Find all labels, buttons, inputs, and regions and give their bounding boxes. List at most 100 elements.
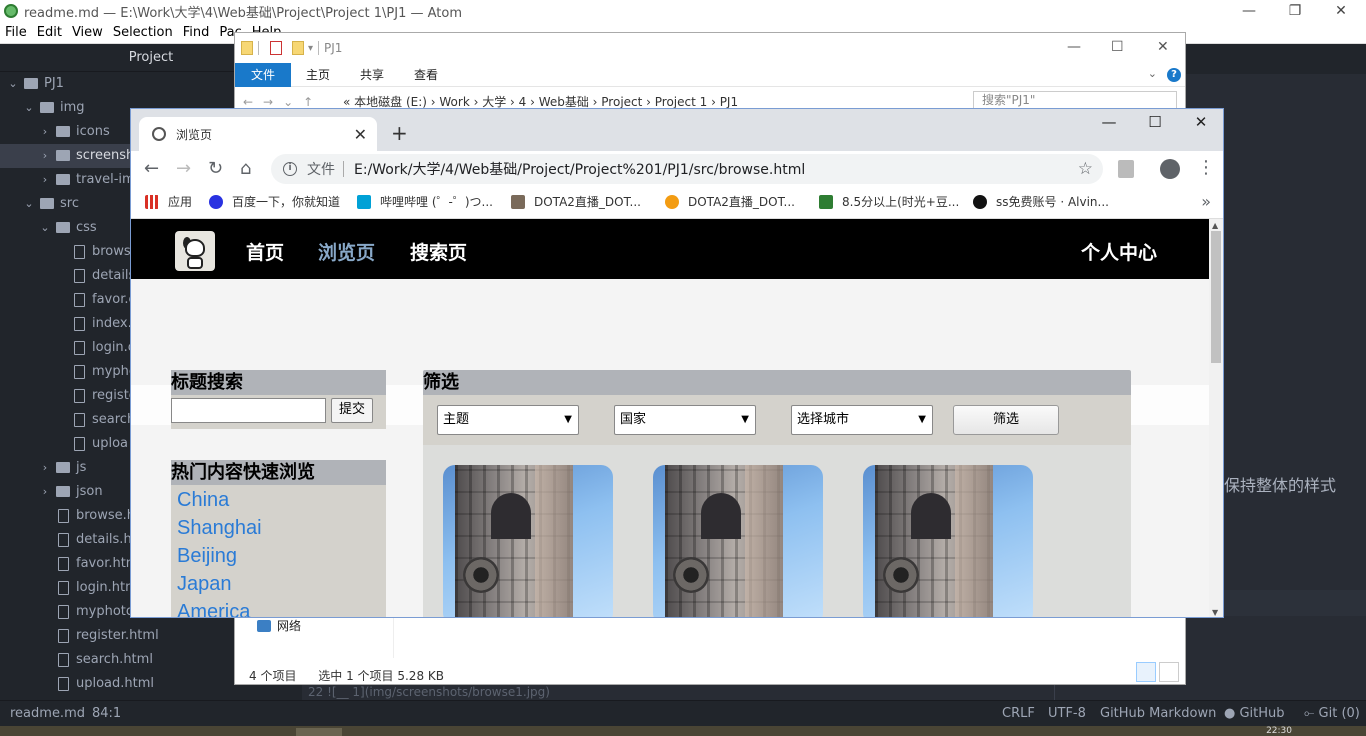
ribbon-expand-icon[interactable]: ⌄ <box>1148 67 1157 80</box>
bookmark-dota2-1[interactable]: DOTA2直播_DOT... <box>511 193 641 210</box>
explorer-status-bar: 4 个项目 选中 1 个项目 5.28 KB <box>249 667 462 684</box>
bookmark-github[interactable]: ss免费账号 · Alvin... <box>973 193 1109 210</box>
site-logo[interactable] <box>175 231 215 271</box>
scroll-down-icon[interactable]: ▼ <box>1212 608 1218 617</box>
bookmark-baidu[interactable]: 百度一下，你就知道 <box>209 193 340 210</box>
filter-country-select[interactable]: 国家 ▼ <box>614 405 756 435</box>
page-scrollbar[interactable]: ▲ ▼ <box>1209 219 1223 617</box>
status-git[interactable]: ⟜ Git (0) <box>1304 706 1360 721</box>
result-photo[interactable] <box>443 465 613 617</box>
menu-kebab-icon[interactable]: ⋮ <box>1197 157 1215 178</box>
qa-separator <box>258 41 259 55</box>
site-navbar: 首页 浏览页 搜索页 个人中心 <box>131 219 1209 279</box>
bookmark-douban[interactable]: 8.5分以上(时光+豆... <box>819 193 959 210</box>
chevron-down-icon[interactable]: ⌄ <box>40 216 50 240</box>
chevron-right-icon[interactable]: › <box>40 120 50 144</box>
nav-item-network[interactable]: 网络 <box>257 617 301 634</box>
atom-restore-button[interactable]: ❐ <box>1272 0 1318 22</box>
nav-home[interactable]: 首页 <box>246 238 284 265</box>
explorer-maximize-button[interactable]: ☐ <box>1111 39 1124 55</box>
filter-theme-select[interactable]: 主题 ▼ <box>437 405 579 435</box>
hot-link-beijing[interactable]: Beijing <box>177 545 237 568</box>
qa-separator-2 <box>318 41 320 55</box>
menu-edit[interactable]: Edit <box>32 25 67 40</box>
reload-icon[interactable]: ↻ <box>208 158 223 179</box>
explorer-breadcrumb[interactable]: « 本地磁盘 (E:) › Work › 大学 › 4 › Web基础 › Pr… <box>343 93 738 109</box>
chrome-close-button[interactable]: ✕ <box>1178 113 1223 131</box>
large-icons-view-icon[interactable] <box>1159 662 1179 682</box>
new-tab-button[interactable]: + <box>391 121 408 145</box>
qa-dropdown-icon[interactable]: ▾ <box>308 43 313 54</box>
hot-content-header: 热门内容快速浏览 <box>171 460 386 485</box>
nav-search[interactable]: 搜索页 <box>410 238 467 265</box>
menu-selection[interactable]: Selection <box>108 25 178 40</box>
status-encoding[interactable]: UTF-8 <box>1048 706 1086 721</box>
pdf-extension-icon[interactable] <box>1118 160 1134 178</box>
properties-icon[interactable] <box>270 41 282 55</box>
forward-arrow-icon[interactable]: → <box>176 158 191 179</box>
hot-link-japan[interactable]: Japan <box>177 573 232 596</box>
explorer-search-input[interactable]: 搜索"PJ1" <box>973 91 1177 109</box>
back-arrow-icon[interactable]: ← <box>144 158 159 179</box>
menu-find[interactable]: Find <box>178 25 215 40</box>
ribbon-tab-share[interactable]: 共享 <box>345 66 399 83</box>
details-view-icon[interactable] <box>1136 662 1156 682</box>
atom-close-button[interactable]: ✕ <box>1318 0 1364 22</box>
nav-user-center[interactable]: 个人中心 <box>1081 238 1157 265</box>
ribbon-tab-file[interactable]: 文件 <box>235 62 291 87</box>
chrome-tab-browse[interactable]: 浏览页 ✕ <box>139 117 377 151</box>
hot-link-shanghai[interactable]: Shanghai <box>177 517 262 540</box>
file-icon <box>74 341 85 355</box>
menu-file[interactable]: File <box>0 25 32 40</box>
title-search-input[interactable] <box>171 398 326 423</box>
title-search-submit-button[interactable]: 提交 <box>331 398 373 423</box>
filter-city-select[interactable]: 选择城市 ▼ <box>791 405 933 435</box>
result-photo[interactable] <box>863 465 1033 617</box>
explorer-close-button[interactable]: ✕ <box>1157 39 1169 55</box>
hot-link-america[interactable]: America <box>177 601 250 617</box>
chevron-down-icon[interactable]: ⌄ <box>24 192 34 216</box>
bookmark-apps[interactable]: 应用 <box>145 193 192 210</box>
ribbon-tab-home[interactable]: 主页 <box>291 66 345 83</box>
chrome-maximize-button[interactable]: ☐ <box>1132 113 1178 131</box>
status-file-name[interactable]: readme.md <box>10 706 85 721</box>
help-icon[interactable]: ? <box>1167 68 1181 82</box>
status-line-ending[interactable]: CRLF <box>1002 706 1035 721</box>
hot-link-china[interactable]: China <box>177 489 229 512</box>
result-photo[interactable] <box>653 465 823 617</box>
ribbon-tab-view[interactable]: 查看 <box>399 66 453 83</box>
chevron-right-icon[interactable]: › <box>40 480 50 504</box>
tree-item-label: login.htm <box>76 580 138 595</box>
tree-item-label: upload.html <box>76 676 155 691</box>
address-bar[interactable]: i 文件 E:/Work/大学/4/Web基础/Project/Project%… <box>271 154 1103 184</box>
chevron-down-icon[interactable]: ⌄ <box>24 96 34 120</box>
status-grammar[interactable]: GitHub Markdown <box>1100 706 1216 721</box>
filter-submit-button[interactable]: 筛选 <box>953 405 1059 435</box>
explorer-nav-arrows[interactable]: ←→⌄↑ <box>243 95 323 109</box>
tab-close-icon[interactable]: ✕ <box>354 125 367 144</box>
bookmark-star-icon[interactable]: ☆ <box>1078 159 1093 179</box>
bookmarks-overflow-icon[interactable]: » <box>1201 192 1211 211</box>
photo-rose-window <box>463 557 499 593</box>
home-icon[interactable]: ⌂ <box>240 158 251 179</box>
chevron-right-icon[interactable]: › <box>40 144 50 168</box>
nav-browse[interactable]: 浏览页 <box>318 238 375 265</box>
taskbar-active-app[interactable] <box>296 728 342 736</box>
menu-view[interactable]: View <box>67 25 108 40</box>
scrollbar-thumb[interactable] <box>1211 231 1221 363</box>
atom-minimize-button[interactable]: — <box>1226 0 1272 22</box>
chevron-right-icon[interactable]: › <box>40 456 50 480</box>
new-folder-icon[interactable] <box>292 41 304 55</box>
status-github[interactable]: ● GitHub <box>1224 706 1285 721</box>
profile-avatar-icon[interactable] <box>1160 159 1180 179</box>
status-cursor-position[interactable]: 84:1 <box>92 706 121 721</box>
chevron-right-icon[interactable]: › <box>40 168 50 192</box>
scroll-up-icon[interactable]: ▲ <box>1212 221 1218 230</box>
select-caret-icon: ▼ <box>918 414 926 425</box>
chevron-down-icon[interactable]: ⌄ <box>8 72 18 96</box>
chrome-minimize-button[interactable]: — <box>1086 113 1132 131</box>
bookmark-bilibili[interactable]: 哔哩哔哩 (゜-゜)つ... <box>357 193 493 210</box>
explorer-minimize-button[interactable]: — <box>1067 39 1081 55</box>
info-icon[interactable]: i <box>283 162 297 176</box>
bookmark-dota2-2[interactable]: DOTA2直播_DOT... <box>665 193 795 210</box>
